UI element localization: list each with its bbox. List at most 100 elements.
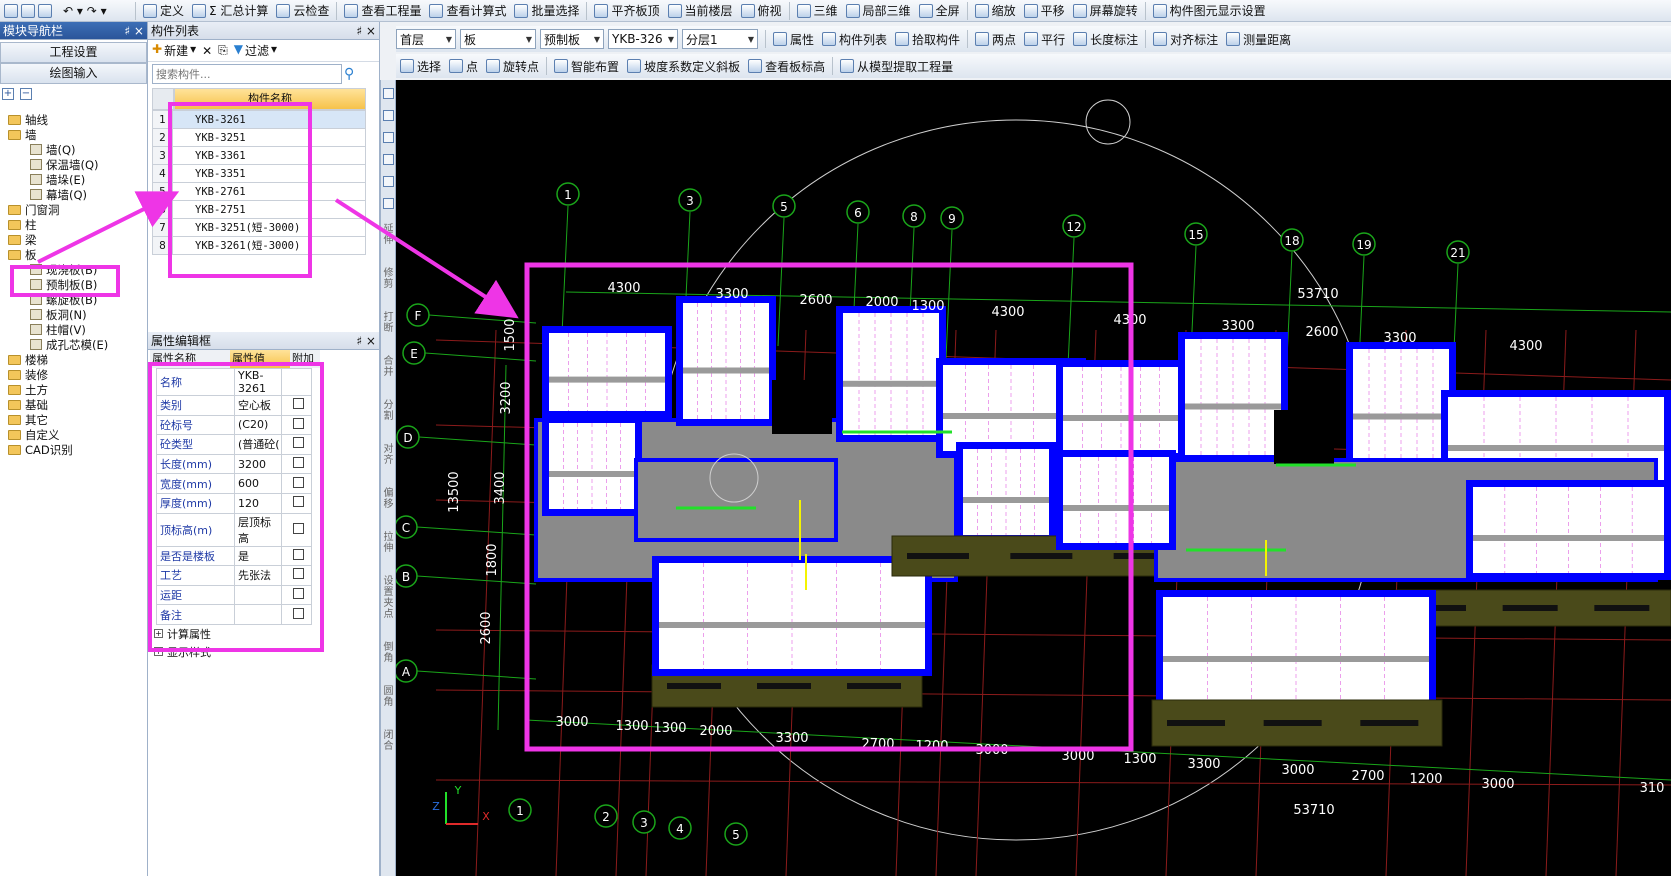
toolbar2-item-2[interactable]: 拾取构件 bbox=[891, 28, 964, 50]
quick-access[interactable]: ↶ ▾ ↷ ▾ bbox=[0, 0, 132, 21]
folder-icon bbox=[8, 129, 21, 140]
toolbar2-item-3[interactable]: 两点 bbox=[971, 28, 1020, 50]
tree-item[interactable]: 幕墙(Q) bbox=[30, 187, 87, 202]
tool-icon[interactable] bbox=[383, 132, 394, 143]
tree-item[interactable]: 墙 bbox=[8, 127, 37, 142]
filter-button[interactable]: ▼ 过滤 ▾ bbox=[234, 42, 277, 59]
cad-canvas[interactable]: 1 3 5 6 8 9 12 15 18 19 21 F E D C B A 1 2 3 4 5 4300 3300 2600 2… bbox=[396, 80, 1671, 876]
nav-pin-icon[interactable]: ♯ × bbox=[124, 24, 144, 38]
toolbar2-item-4[interactable]: 平行 bbox=[1020, 28, 1069, 50]
tree-item[interactable]: 门窗洞 bbox=[8, 202, 60, 217]
copy-icon[interactable]: ⎘ bbox=[218, 43, 228, 58]
toolbar1-item-8[interactable]: 俯视 bbox=[737, 0, 786, 21]
tool-icon[interactable] bbox=[383, 88, 394, 99]
expand-all-icon[interactable]: + bbox=[2, 88, 14, 100]
floor-select[interactable]: 首层 ▼ bbox=[396, 29, 456, 49]
toolbar1-item-2[interactable]: 云检查 bbox=[272, 0, 333, 21]
type-select[interactable]: 板 ▼ bbox=[460, 29, 536, 49]
toolbar1-item-11[interactable]: 全屏 bbox=[915, 0, 964, 21]
side-tool[interactable]: 倒角 bbox=[382, 642, 395, 664]
toolbar3-item-5[interactable]: 查看板标高 bbox=[744, 55, 829, 77]
side-tool[interactable]: 对齐 bbox=[382, 444, 395, 466]
toolbar1-item-1[interactable]: Σ 汇总计算 bbox=[188, 0, 272, 21]
toolbar3-item-3[interactable]: 智能布置 bbox=[550, 55, 623, 77]
side-tool[interactable]: 修剪 bbox=[382, 268, 395, 290]
component-search-input[interactable] bbox=[152, 64, 342, 84]
tree-item[interactable]: 柱 bbox=[8, 217, 37, 232]
toolbar2-item-1[interactable]: 构件列表 bbox=[818, 28, 891, 50]
tree-item-label: 板洞(N) bbox=[46, 307, 87, 322]
tree-item[interactable]: 基础 bbox=[8, 397, 48, 412]
tool-icon[interactable] bbox=[383, 154, 394, 165]
side-tool[interactable]: 延伸 bbox=[382, 224, 395, 246]
toolbar1-item-15[interactable]: 构件图元显示设置 bbox=[1149, 0, 1270, 21]
property-close-icon[interactable]: ♯ × bbox=[356, 334, 376, 348]
toolbar2-item-7[interactable]: 测量距离 bbox=[1222, 28, 1295, 50]
tree-item[interactable]: CAD识别 bbox=[8, 442, 73, 457]
tree-item[interactable]: 柱帽(V) bbox=[30, 322, 86, 337]
tree-item[interactable]: 成孔芯模(E) bbox=[30, 337, 108, 352]
tree-item[interactable]: 墙垛(E) bbox=[30, 172, 85, 187]
tree-item[interactable]: 其它 bbox=[8, 412, 48, 427]
toolbar1-item-14[interactable]: 屏幕旋转 bbox=[1069, 0, 1142, 21]
side-tool[interactable]: 设置夹点 bbox=[382, 576, 395, 620]
side-tool[interactable]: 分割 bbox=[382, 400, 395, 422]
tree-item[interactable]: 楼梯 bbox=[8, 352, 48, 367]
new-component-button[interactable]: ✚ 新建 ▾ bbox=[152, 42, 196, 59]
toolbar1-item-5[interactable]: 批量选择 bbox=[510, 0, 583, 21]
axis-label-left: A bbox=[402, 665, 411, 679]
toolbar3-item-4[interactable]: 坡度系数定义斜板 bbox=[623, 55, 744, 77]
toolbar1-item-6[interactable]: 平齐板顶 bbox=[590, 0, 663, 21]
side-tool[interactable]: 圆角 bbox=[382, 686, 395, 708]
tool-icon[interactable] bbox=[383, 176, 394, 187]
toolbar1-item-label: 云检查 bbox=[293, 4, 330, 18]
toolbar2-item-5[interactable]: 长度标注 bbox=[1069, 28, 1142, 50]
tree-item[interactable]: 自定义 bbox=[8, 427, 60, 442]
drawing-input-button[interactable]: 绘图输入 bbox=[0, 63, 147, 84]
tree-item[interactable]: 梁 bbox=[8, 232, 37, 247]
side-tool[interactable]: 打断 bbox=[382, 312, 395, 334]
collapse-all-icon[interactable]: − bbox=[20, 88, 32, 100]
toolbar1-item-12[interactable]: 缩放 bbox=[971, 0, 1020, 21]
dimension-label-left: 3200 bbox=[499, 381, 514, 414]
axis-label-top: 6 bbox=[854, 206, 862, 220]
side-tool[interactable]: 拉伸 bbox=[382, 532, 395, 554]
search-icon[interactable]: ⚲ bbox=[344, 66, 354, 82]
side-tool[interactable]: 偏移 bbox=[382, 488, 395, 510]
side-tool[interactable]: 合并 bbox=[382, 356, 395, 378]
side-tool[interactable]: 闭合 bbox=[382, 730, 395, 752]
tree-item[interactable]: 板 bbox=[8, 247, 37, 262]
tree-item[interactable]: 板洞(N) bbox=[30, 307, 87, 322]
toolbar1-item-label: 缩放 bbox=[991, 4, 1016, 18]
slab-band bbox=[1163, 656, 1429, 662]
component-select[interactable]: YKB-326 ▼ bbox=[608, 29, 678, 49]
toolbar1-item-10[interactable]: 局部三维 bbox=[842, 0, 915, 21]
tool-icon[interactable] bbox=[383, 198, 394, 209]
tree-item[interactable]: 装修 bbox=[8, 367, 48, 382]
tree-item[interactable]: 土方 bbox=[8, 382, 48, 397]
tree-item[interactable]: 保温墙(Q) bbox=[30, 157, 99, 172]
panel-close-icon[interactable]: ♯ × bbox=[356, 24, 376, 38]
toolbar1-item-3[interactable]: 查看工程量 bbox=[340, 0, 425, 21]
tree-item[interactable]: 轴线 bbox=[8, 112, 48, 127]
toolbar3-item-6[interactable]: 从模型提取工程量 bbox=[836, 55, 957, 77]
toolbar1-item-4[interactable]: 查看计算式 bbox=[425, 0, 510, 21]
toolbar3-item-1[interactable]: 点 bbox=[445, 55, 482, 77]
toolbar1-item-9[interactable]: 三维 bbox=[793, 0, 842, 21]
tool-icon[interactable] bbox=[383, 110, 394, 121]
tree-item[interactable]: 墙(Q) bbox=[30, 142, 76, 157]
ucs-z-label: Z bbox=[432, 800, 440, 813]
layer-select[interactable]: 分层1 ▼ bbox=[682, 29, 758, 49]
toolbar1-item-13[interactable]: 平移 bbox=[1020, 0, 1069, 21]
toolbar2-item-6[interactable]: 对齐标注 bbox=[1149, 28, 1222, 50]
toolbar3-item-0[interactable]: 选择 bbox=[396, 55, 445, 77]
toolbar2-item-0[interactable]: 属性 bbox=[769, 28, 818, 50]
delete-icon[interactable]: ✕ bbox=[202, 44, 212, 58]
folder-icon bbox=[8, 369, 21, 380]
toolbar3-item-2[interactable]: 旋转点 bbox=[482, 55, 543, 77]
project-settings-button[interactable]: 工程设置 bbox=[0, 42, 147, 63]
toolbar1-item-7[interactable]: 当前楼层 bbox=[664, 0, 737, 21]
folder-icon bbox=[8, 444, 21, 455]
toolbar1-item-0[interactable]: 定义 bbox=[139, 0, 188, 21]
subtype-select[interactable]: 预制板 ▼ bbox=[540, 29, 604, 49]
